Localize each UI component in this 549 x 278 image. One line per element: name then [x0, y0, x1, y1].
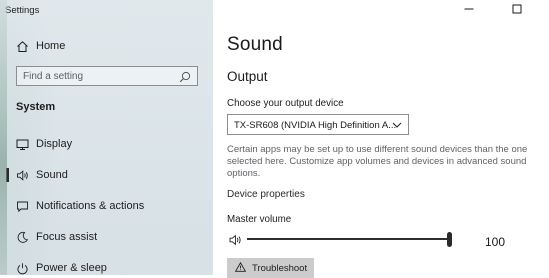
sidebar-item-display[interactable]: Display — [0, 129, 213, 159]
output-device-value: TX-SR608 (NVIDIA High Definition A... — [234, 120, 397, 131]
page-title: Sound — [227, 34, 283, 55]
sidebar-item-focus-assist[interactable]: Focus assist — [0, 222, 213, 252]
speaker-icon — [15, 168, 29, 182]
slider-track — [247, 238, 451, 240]
sidebar-item-label: Home — [36, 40, 66, 52]
sidebar-item-label: Display — [36, 138, 73, 150]
search-input[interactable] — [17, 67, 181, 85]
power-icon — [15, 261, 29, 275]
sidebar-item-power-sleep[interactable]: Power & sleep — [0, 253, 213, 275]
warning-icon — [234, 261, 247, 272]
device-properties-link[interactable]: Device properties — [227, 189, 305, 200]
slider-thumb[interactable] — [447, 232, 452, 247]
search-icon[interactable] — [179, 70, 191, 83]
sidebar-item-label: Power & sleep — [36, 262, 107, 274]
sidebar-section-title: System — [16, 101, 56, 113]
notification-icon — [15, 199, 29, 213]
volume-speaker-icon[interactable] — [229, 233, 243, 251]
master-volume-slider[interactable] — [247, 232, 452, 247]
volume-value: 100 — [485, 235, 506, 249]
sidebar-item-notifications[interactable]: Notifications & actions — [0, 191, 213, 221]
sidebar-item-label: Sound — [36, 169, 68, 181]
output-device-dropdown[interactable]: TX-SR608 (NVIDIA High Definition A... — [227, 114, 409, 135]
sidebar-item-sound[interactable]: Sound — [0, 160, 213, 190]
app-title: Settings — [5, 5, 40, 16]
sidebar-item-label: Focus assist — [36, 231, 98, 243]
moon-icon — [15, 230, 29, 244]
master-volume-label: Master volume — [227, 214, 292, 225]
sidebar-item-home[interactable]: Home — [0, 31, 213, 61]
chevron-down-icon — [392, 121, 402, 129]
search-box[interactable] — [16, 66, 198, 86]
troubleshoot-button[interactable]: Troubleshoot — [227, 258, 314, 278]
output-device-label: Choose your output device — [227, 98, 344, 109]
home-icon — [15, 39, 29, 53]
troubleshoot-label: Troubleshoot — [252, 263, 308, 274]
selection-indicator — [6, 168, 9, 182]
monitor-icon — [15, 137, 29, 151]
sidebar: Settings Home System Display Sound Notif… — [0, 0, 213, 275]
output-helper-text: Certain apps may be set up to use differ… — [227, 144, 528, 180]
output-heading: Output — [227, 69, 268, 84]
main-content: Sound Output Choose your output device T… — [213, 0, 549, 278]
sidebar-item-label: Notifications & actions — [36, 200, 145, 212]
